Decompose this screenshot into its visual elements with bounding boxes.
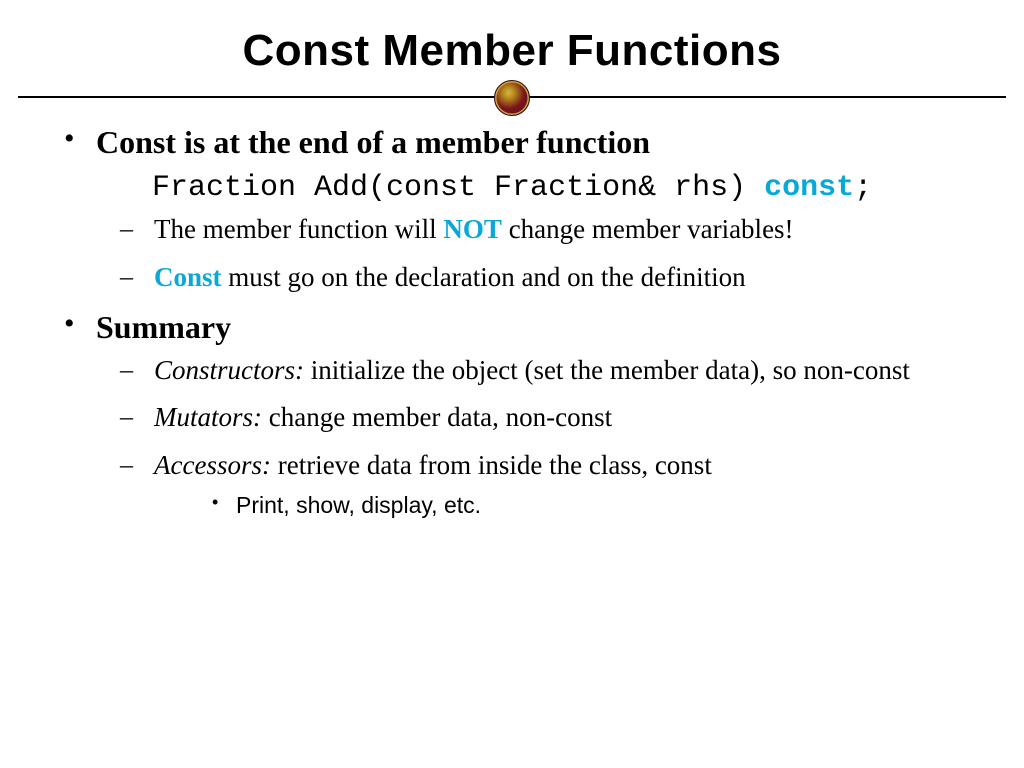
bullet-2-sub3-item: Print, show, display, etc. <box>230 491 980 520</box>
bullet-2-head: Summary <box>96 309 980 346</box>
bullet-1-sublist: The member function will NOT change memb… <box>102 213 980 295</box>
code-keyword-const: const <box>764 171 854 205</box>
bullet-1-sub1: The member function will NOT change memb… <box>146 213 980 247</box>
slide: Const Member Functions Const is at the e… <box>0 26 1024 768</box>
bullet-list-level1: Const is at the end of a member function… <box>60 124 980 520</box>
bullet-1: Const is at the end of a member function… <box>88 124 980 295</box>
b1s1-post: change member variables! <box>502 214 794 244</box>
bullet-2-sub2: Mutators: change member data, non-const <box>146 401 980 435</box>
bullet-2-sub3-list: Print, show, display, etc. <box>186 491 980 520</box>
b2s1-text: initialize the object (set the member da… <box>304 355 910 385</box>
bullet-1-sub2: Const must go on the declaration and on … <box>146 261 980 295</box>
bullet-2-sublist: Constructors: initialize the object (set… <box>102 354 980 520</box>
b2s1-term: Constructors: <box>154 355 304 385</box>
bullet-2: Summary Constructors: initialize the obj… <box>88 309 980 520</box>
b1s2-const: Const <box>154 262 222 292</box>
slide-body: Const is at the end of a member function… <box>0 114 1024 520</box>
b2s2-term: Mutators: <box>154 402 262 432</box>
b2s3-term: Accessors: <box>154 450 271 480</box>
title-divider <box>0 80 1024 114</box>
b1s1-pre: The member function will <box>154 214 443 244</box>
bullet-1-head: Const is at the end of a member function <box>96 124 980 161</box>
b1s2-post: must go on the declaration and on the de… <box>222 262 746 292</box>
b1s1-not: NOT <box>443 214 502 244</box>
code-pre: Fraction Add(const Fraction& rhs) <box>152 171 764 205</box>
b2s3-text: retrieve data from inside the class, con… <box>271 450 712 480</box>
seal-icon <box>494 80 530 116</box>
code-line: Fraction Add(const Fraction& rhs) const; <box>152 171 980 205</box>
b2s2-text: change member data, non-const <box>262 402 612 432</box>
bullet-2-sub1: Constructors: initialize the object (set… <box>146 354 980 388</box>
slide-title: Const Member Functions <box>0 26 1024 76</box>
code-post: ; <box>854 171 872 205</box>
bullet-2-sub3: Accessors: retrieve data from inside the… <box>146 449 980 520</box>
